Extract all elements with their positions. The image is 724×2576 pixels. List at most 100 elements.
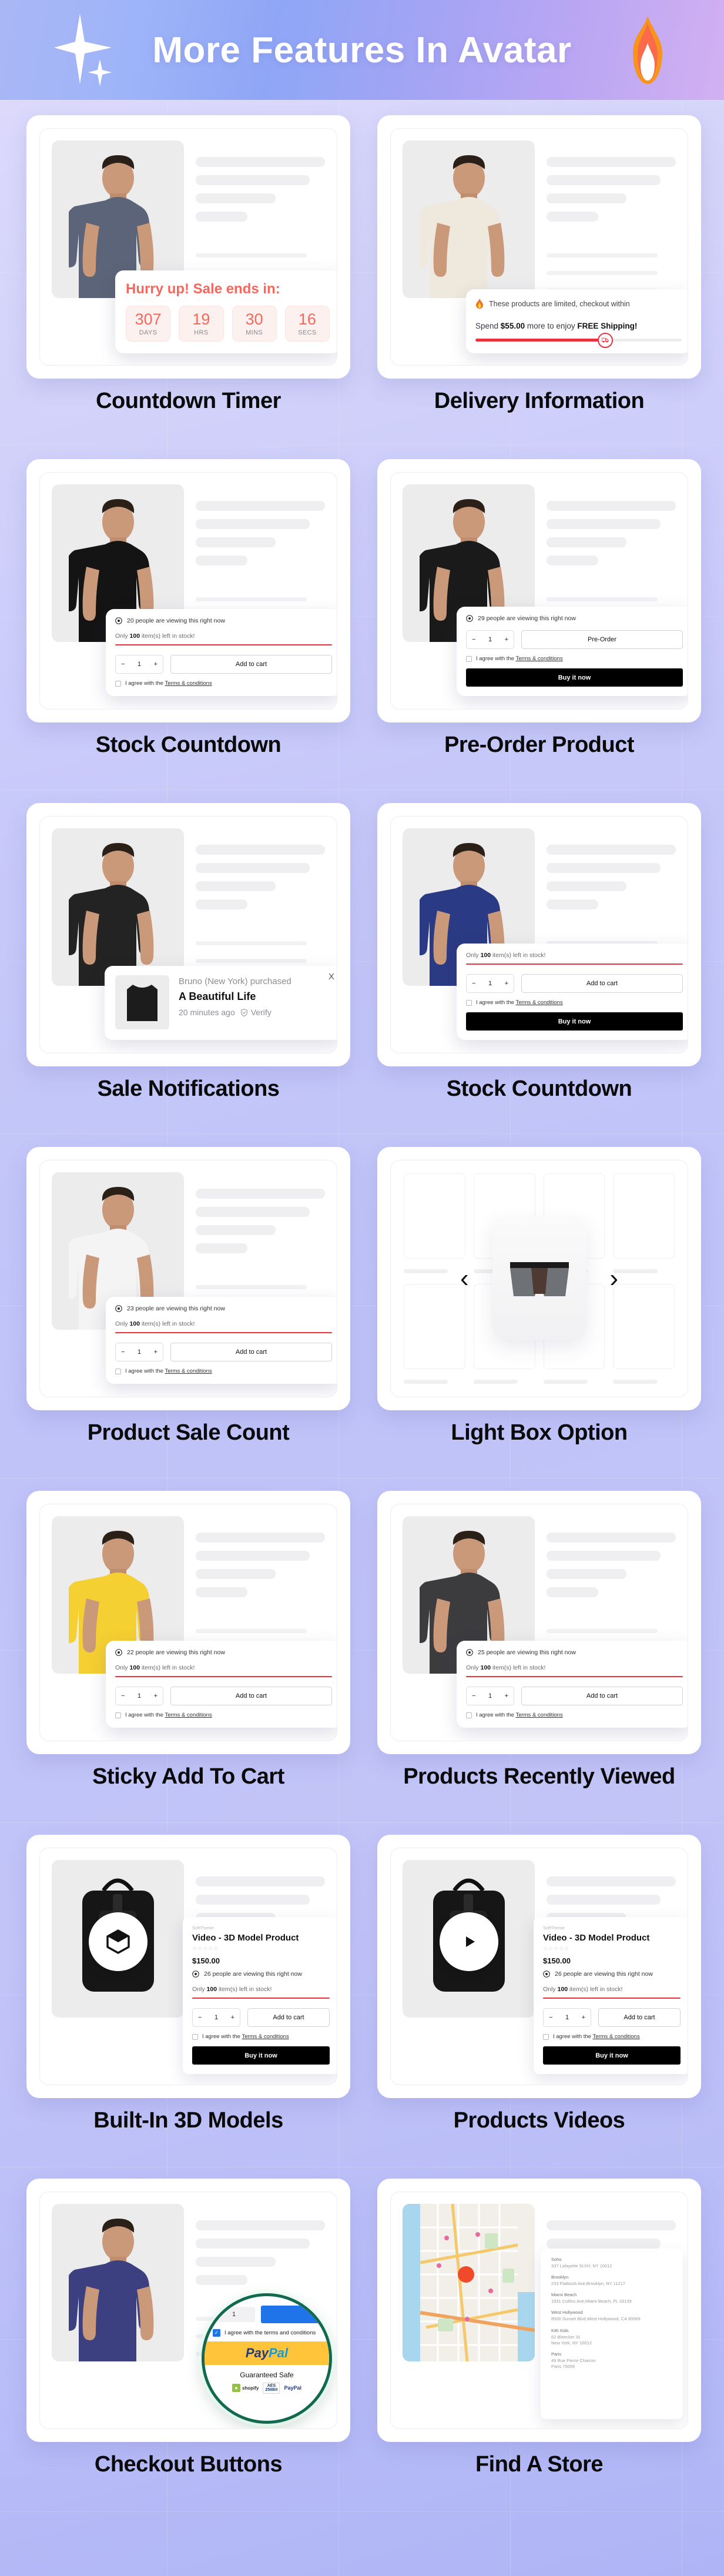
terms-checkbox[interactable] bbox=[543, 2033, 549, 2040]
quantity-decrement[interactable]: − bbox=[121, 1692, 125, 1700]
quantity-value[interactable]: 1 bbox=[213, 2307, 255, 2322]
quantity-stepper[interactable]: − 1 + bbox=[466, 630, 514, 649]
quantity-increment[interactable]: + bbox=[505, 1692, 508, 1700]
terms-link[interactable]: Terms & conditions bbox=[515, 1712, 562, 1718]
add-to-cart-button[interactable]: Add to cart bbox=[170, 1343, 332, 1361]
quantity-stepper[interactable]: − 1 + bbox=[466, 1687, 514, 1705]
feature-card[interactable]: ‹ › bbox=[377, 1147, 701, 1410]
feature-card[interactable]: 29 people are viewing this right now − 1… bbox=[377, 459, 701, 722]
feature-card[interactable]: 23 people are viewing this right now Onl… bbox=[26, 1147, 350, 1410]
feature-card[interactable]: Hurry up! Sale ends in: 307 DAYS 19 HRS … bbox=[26, 115, 350, 379]
add-to-cart-button[interactable]: Add to cart bbox=[170, 655, 332, 674]
paypal-button[interactable]: Pay Pal bbox=[205, 2341, 329, 2365]
quantity-stepper[interactable]: − 1 + bbox=[543, 2008, 591, 2027]
feature-label: Product Sale Count bbox=[87, 1420, 290, 1445]
feature-cell: Hurry up! Sale ends in: 307 DAYS 19 HRS … bbox=[26, 115, 350, 459]
quantity-decrement[interactable]: − bbox=[472, 980, 475, 987]
add-to-cart-button[interactable]: Add to cart bbox=[521, 1687, 683, 1705]
store-list-item[interactable]: Brooklyn 233 Flatbush Ave,Brooklyn, NY 1… bbox=[551, 2274, 672, 2287]
feature-card[interactable]: SoftTheme Video - 3D Model Product ☆☆☆☆☆… bbox=[26, 1835, 350, 2098]
lightbox-thumbnail[interactable] bbox=[404, 1173, 465, 1259]
buy-it-now-button[interactable]: Buy it now bbox=[466, 1012, 683, 1031]
quantity-increment[interactable]: + bbox=[154, 661, 157, 668]
terms-agreement-row[interactable]: I agree with the Terms & conditions bbox=[115, 1712, 332, 1718]
terms-agreement-row[interactable]: I agree with the Terms & conditions bbox=[466, 999, 683, 1006]
add-to-cart-button[interactable]: Add to cart bbox=[170, 1687, 332, 1705]
terms-link[interactable]: Terms & conditions bbox=[515, 655, 562, 662]
lightbox-next-button[interactable]: › bbox=[609, 1264, 618, 1293]
play-icon[interactable] bbox=[439, 1912, 498, 1972]
lightbox-prev-button[interactable]: ‹ bbox=[460, 1264, 469, 1293]
store-list-item[interactable]: Kith Kids 62 Bleecker St New York, NY 100… bbox=[551, 2328, 672, 2346]
add-to-cart-button[interactable]: Add to cart bbox=[598, 2008, 681, 2027]
terms-agreement-row[interactable]: I agree with the Terms & conditions bbox=[115, 1368, 332, 1374]
close-icon[interactable]: X bbox=[329, 972, 334, 982]
quantity-increment[interactable]: + bbox=[505, 636, 508, 643]
add-to-cart-button[interactable]: Add to cart bbox=[521, 974, 683, 993]
quantity-increment[interactable]: + bbox=[505, 980, 508, 987]
cart-overlay-panel: 20 people are viewing this right now Onl… bbox=[106, 608, 337, 696]
terms-checkbox[interactable] bbox=[192, 2033, 198, 2040]
quantity-increment[interactable]: + bbox=[154, 1349, 157, 1356]
store-list-item[interactable]: West Hollywood 8500 Sunset Blvd,West Hol… bbox=[551, 2310, 672, 2322]
terms-agreement-row[interactable]: I agree with the Terms & conditions bbox=[192, 2033, 330, 2040]
checkout-button[interactable] bbox=[261, 2306, 321, 2323]
store-map[interactable] bbox=[403, 2204, 535, 2361]
terms-link[interactable]: Terms & conditions bbox=[242, 2033, 289, 2040]
feature-card[interactable]: 25 people are viewing this right now Onl… bbox=[377, 1491, 701, 1754]
quantity-increment[interactable]: + bbox=[582, 2014, 585, 2021]
terms-checkbox[interactable] bbox=[115, 1712, 121, 1718]
terms-link[interactable]: Terms & conditions bbox=[165, 1368, 212, 1374]
feature-card[interactable]: SoftTheme Video - 3D Model Product ☆☆☆☆☆… bbox=[377, 1835, 701, 2098]
buy-it-now-button[interactable]: Buy it now bbox=[543, 2046, 681, 2065]
terms-agreement-row[interactable]: I agree with the Terms & conditions bbox=[466, 1712, 683, 1718]
feature-card[interactable]: 22 people are viewing this right now Onl… bbox=[26, 1491, 350, 1754]
quantity-increment[interactable]: + bbox=[154, 1692, 157, 1700]
store-list-item[interactable]: Miami Beach 1931 Collins Ave,Miami Beach… bbox=[551, 2292, 672, 2304]
lightbox-thumbnail[interactable] bbox=[404, 1284, 465, 1369]
terms-checkbox[interactable] bbox=[466, 655, 472, 662]
feature-card[interactable]: Bruno (New York) purchased A Beautiful L… bbox=[26, 803, 350, 1066]
quantity-stepper[interactable]: − 1 + bbox=[115, 655, 163, 674]
terms-checkbox[interactable] bbox=[115, 680, 121, 687]
terms-agreement-row[interactable]: I agree with the Terms & conditions bbox=[543, 2033, 681, 2040]
terms-link[interactable]: Terms & conditions bbox=[515, 999, 562, 1006]
store-list-item[interactable]: Soho 337 Lafayette St.NY, NY 10012 bbox=[551, 2257, 672, 2269]
quantity-increment[interactable]: + bbox=[231, 2014, 234, 2021]
terms-agreement-row[interactable]: ✓ I agree with the terms and conditions bbox=[205, 2323, 329, 2341]
terms-checkbox[interactable] bbox=[115, 1368, 121, 1374]
paypal-pal-text: Pal bbox=[269, 2346, 289, 2360]
terms-checkbox[interactable] bbox=[466, 999, 472, 1006]
add-to-cart-button[interactable]: Pre-Order bbox=[521, 630, 683, 649]
quantity-stepper[interactable]: − 1 + bbox=[115, 1687, 163, 1705]
notification-verify[interactable]: Verify bbox=[251, 1008, 272, 1017]
cube-3d-icon[interactable] bbox=[88, 1912, 148, 1972]
terms-agreement-row[interactable]: I agree with the Terms & conditions bbox=[115, 680, 332, 687]
feature-card[interactable]: Only 100 item(s) left in stock! − 1 + Ad… bbox=[377, 803, 701, 1066]
add-to-cart-button[interactable]: Add to cart bbox=[247, 2008, 330, 2027]
terms-agreement-row[interactable]: I agree with the Terms & conditions bbox=[466, 655, 683, 662]
terms-link[interactable]: Terms & conditions bbox=[165, 1712, 212, 1718]
terms-link[interactable]: Terms & conditions bbox=[592, 2033, 639, 2040]
buy-it-now-button[interactable]: Buy it now bbox=[466, 668, 683, 687]
quantity-decrement[interactable]: − bbox=[472, 636, 475, 643]
quantity-decrement[interactable]: − bbox=[549, 2014, 552, 2021]
quantity-decrement[interactable]: − bbox=[198, 2014, 202, 2021]
lightbox-thumbnail[interactable] bbox=[613, 1173, 675, 1259]
feature-card[interactable]: 20 people are viewing this right now Onl… bbox=[26, 459, 350, 722]
quantity-decrement[interactable]: − bbox=[121, 1349, 125, 1356]
feature-card[interactable]: These products are limited, checkout wit… bbox=[377, 115, 701, 379]
terms-link[interactable]: Terms & conditions bbox=[165, 680, 212, 687]
lightbox-thumbnail[interactable] bbox=[613, 1284, 675, 1369]
terms-checkbox[interactable] bbox=[466, 1712, 472, 1718]
feature-card[interactable]: 1 ✓ I agree with the terms and condition… bbox=[26, 2179, 350, 2442]
terms-checkbox[interactable]: ✓ bbox=[213, 2329, 220, 2337]
quantity-decrement[interactable]: − bbox=[472, 1692, 475, 1700]
quantity-decrement[interactable]: − bbox=[121, 661, 125, 668]
store-list-item[interactable]: Paris 49 Rue Pierre Charron Paris 75008 bbox=[551, 2351, 672, 2370]
quantity-stepper[interactable]: − 1 + bbox=[192, 2008, 240, 2027]
feature-card[interactable]: Soho 337 Lafayette St.NY, NY 10012 Brook… bbox=[377, 2179, 701, 2442]
quantity-stepper[interactable]: − 1 + bbox=[115, 1343, 163, 1361]
buy-it-now-button[interactable]: Buy it now bbox=[192, 2046, 330, 2065]
quantity-stepper[interactable]: − 1 + bbox=[466, 974, 514, 993]
